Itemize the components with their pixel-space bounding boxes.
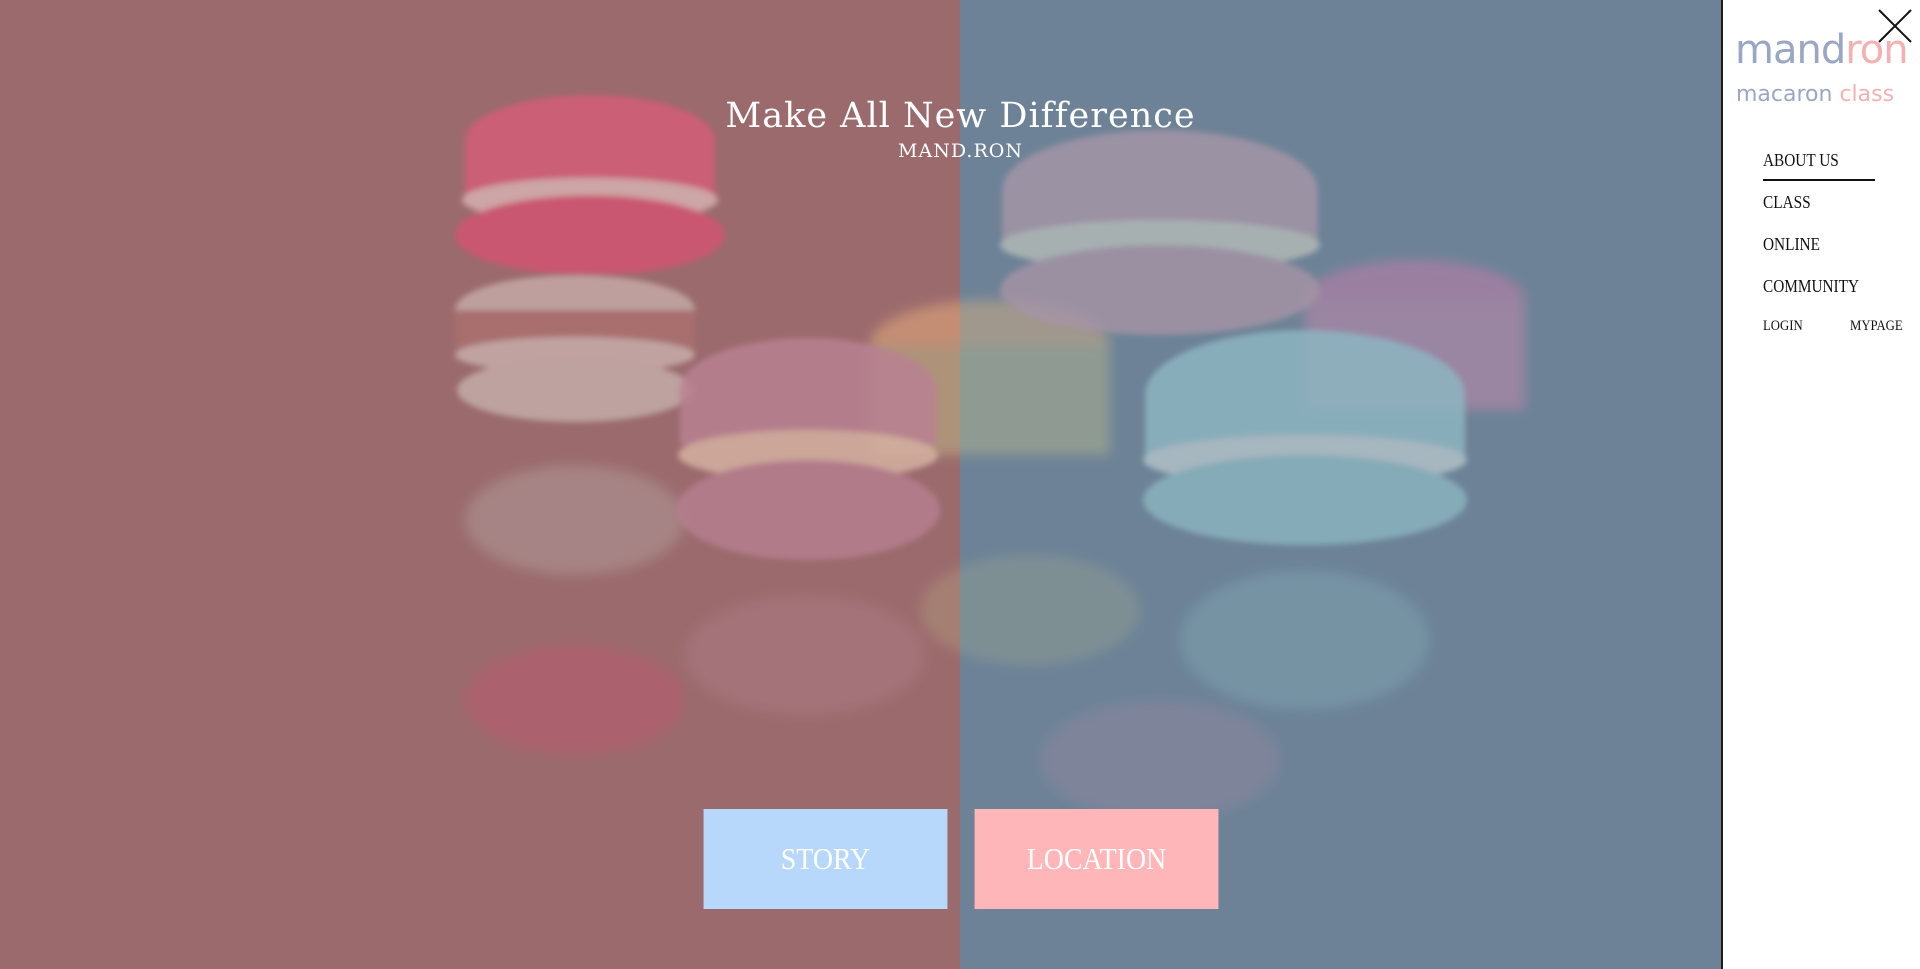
logo-wordmark[interactable]: mandron	[1735, 27, 1909, 73]
sidebar: mandron macaron class ABOUT US CLASS ONL…	[1721, 0, 1920, 969]
login-link[interactable]: LOGIN	[1763, 318, 1803, 335]
story-button-label: STORY	[780, 841, 871, 876]
location-button[interactable]: LOCATION	[974, 809, 1219, 909]
active-nav-underline	[1763, 179, 1875, 181]
location-button-label: LOCATION	[1026, 841, 1167, 876]
hero-subtitle: MAND.RON	[898, 140, 1023, 162]
story-button[interactable]: STORY	[703, 809, 948, 909]
nav-item-class[interactable]: CLASS	[1763, 190, 1859, 232]
logo-wordmark-part-b: ron	[1845, 27, 1908, 73]
nav-item-community[interactable]: COMMUNITY	[1763, 274, 1859, 316]
nav-item-online[interactable]: ONLINE	[1763, 232, 1859, 274]
sidebar-nav: ABOUT US CLASS ONLINE COMMUNITY	[1763, 148, 1876, 316]
auth-links: LOGIN MYPAGE	[1763, 318, 1912, 335]
logo-wordmark-part-a: mand	[1735, 27, 1846, 73]
hero-section: Make All New Difference MAND.RON STORY L…	[0, 0, 1721, 969]
hero-title: Make All New Difference	[725, 96, 1196, 136]
logo-tagline-part-a: macaron	[1736, 82, 1840, 107]
logo-tagline-part-b: class	[1839, 82, 1895, 107]
mypage-link[interactable]: MYPAGE	[1850, 318, 1903, 335]
logo-tagline: macaron class	[1736, 84, 1894, 106]
nav-item-about-us[interactable]: ABOUT US	[1763, 148, 1859, 190]
